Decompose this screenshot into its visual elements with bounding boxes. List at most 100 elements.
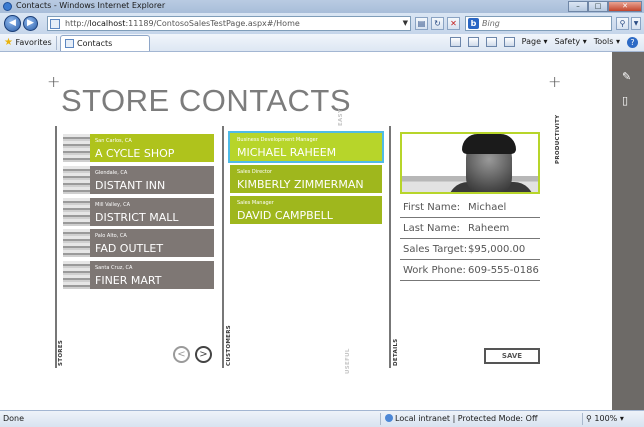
store-name: DISTANT INN xyxy=(95,179,166,192)
home-icon[interactable] xyxy=(449,37,461,47)
detail-value[interactable]: Raheem xyxy=(468,223,509,234)
detail-label: Work Phone: xyxy=(403,265,466,276)
globe-icon xyxy=(385,414,393,422)
search-icon[interactable]: ⚲ xyxy=(616,17,629,30)
customers-divider xyxy=(222,126,224,368)
back-button[interactable]: ◀ xyxy=(4,15,21,32)
stop-icon[interactable]: ✕ xyxy=(447,17,460,30)
store-tile[interactable]: San Carlos, CA A CYCLE SHOP xyxy=(63,134,214,162)
status-bar: Done Local intranet | Protected Mode: Of… xyxy=(0,410,644,427)
customer-role: Sales Manager xyxy=(237,200,274,206)
store-name: DISTRICT MALL xyxy=(95,211,179,224)
store-thumbnail xyxy=(63,229,90,257)
ie-logo-icon xyxy=(3,2,12,11)
feeds-icon[interactable] xyxy=(467,37,479,47)
address-bar-row: ◀ ▶ http://localhost:11189/ContosoSalesT… xyxy=(0,13,644,34)
url-text: http://localhost:11189/ContosoSalesTestP… xyxy=(65,19,300,28)
status-text: Done xyxy=(3,414,25,423)
detail-row-first-name: First Name: Michael xyxy=(400,197,540,218)
customer-tile[interactable]: Sales Director KIMBERLY ZIMMERMAN xyxy=(230,165,382,193)
store-thumbnail xyxy=(63,198,90,226)
detail-label: Last Name: xyxy=(403,223,460,234)
tools-menu[interactable]: Tools ▾ xyxy=(594,37,620,48)
page-icon xyxy=(65,39,74,48)
store-city: Glendale, CA xyxy=(95,170,128,176)
stores-divider xyxy=(55,126,57,368)
store-tile[interactable]: Glendale, CA DISTANT INN xyxy=(63,166,214,194)
store-thumbnail xyxy=(63,261,90,289)
previous-page-button[interactable]: < xyxy=(173,346,190,363)
favorites-button[interactable]: ★ Favorites xyxy=(4,37,52,48)
easy-label: EASY xyxy=(338,108,344,126)
customers-label: CUSTOMERS xyxy=(226,324,232,366)
store-name: A CYCLE SHOP xyxy=(95,147,175,160)
store-tile[interactable]: Palo Alto, CA FAD OUTLET xyxy=(63,229,214,257)
window-controls: – □ ✕ xyxy=(568,1,642,12)
security-zone[interactable]: Local intranet | Protected Mode: Off xyxy=(385,414,537,423)
mail-icon[interactable] xyxy=(485,37,497,47)
detail-row-sales-target: Sales Target: $95,000.00 xyxy=(400,239,540,260)
customer-name: DAVID CAMPBELL xyxy=(237,209,333,222)
maximize-button[interactable]: □ xyxy=(588,1,608,12)
customer-role: Sales Director xyxy=(237,169,272,175)
safety-menu[interactable]: Safety ▾ xyxy=(555,37,587,48)
chevron-down-icon[interactable]: ▼ xyxy=(403,19,408,27)
zoom-level[interactable]: ⚲ 100% ▾ xyxy=(586,414,624,423)
side-toolbar: ✎ ▯ xyxy=(612,52,644,410)
customer-name: MICHAEL RAHEEM xyxy=(237,146,337,159)
page-content: + + STORE CONTACTS EASY PRODUCTIVITY STO… xyxy=(0,52,612,410)
print-icon[interactable] xyxy=(503,37,515,47)
plus-icon: + xyxy=(47,72,61,91)
divider xyxy=(582,413,583,425)
customer-tile[interactable]: Sales Manager DAVID CAMPBELL xyxy=(230,196,382,224)
search-placeholder: Bing xyxy=(482,19,500,28)
address-field[interactable]: http://localhost:11189/ContosoSalesTestP… xyxy=(47,16,411,31)
store-city: Palo Alto, CA xyxy=(95,233,127,239)
productivity-label: PRODUCTIVITY xyxy=(555,114,561,164)
tab-contacts[interactable]: Contacts xyxy=(60,35,150,51)
favorites-bar: ★ Favorites Contacts Page ▾ Safety ▾ Too… xyxy=(0,34,644,52)
star-icon: ★ xyxy=(4,37,13,48)
plus-icon: + xyxy=(548,72,562,91)
forward-button[interactable]: ▶ xyxy=(23,16,38,31)
store-city: Santa Cruz, CA xyxy=(95,265,133,271)
store-tile[interactable]: Santa Cruz, CA FINER MART xyxy=(63,261,214,289)
close-window-button[interactable]: ✕ xyxy=(608,1,642,12)
compatibility-view-icon[interactable]: ▤ xyxy=(415,17,428,30)
store-city: San Carlos, CA xyxy=(95,138,132,144)
store-city: Mill Valley, CA xyxy=(95,202,131,208)
detail-value[interactable]: 609-555-0186 xyxy=(468,265,539,276)
search-box[interactable]: b Bing xyxy=(465,16,612,31)
photo-hair xyxy=(462,134,516,154)
page-icon[interactable]: ▯ xyxy=(622,94,628,107)
refresh-icon[interactable]: ↻ xyxy=(431,17,444,30)
store-tile[interactable]: Mill Valley, CA DISTRICT MALL xyxy=(63,198,214,226)
stores-label: STORES xyxy=(58,339,64,366)
detail-label: Sales Target: xyxy=(403,244,468,255)
minimize-button[interactable]: – xyxy=(568,1,588,12)
store-name: FINER MART xyxy=(95,274,162,287)
detail-value[interactable]: Michael xyxy=(468,202,506,213)
store-thumbnail xyxy=(63,134,90,162)
bing-icon: b xyxy=(468,18,479,29)
divider xyxy=(56,36,57,50)
contact-photo xyxy=(400,132,540,194)
page-icon xyxy=(50,19,60,29)
window-title: Contacts - Windows Internet Explorer xyxy=(16,1,166,10)
pencil-icon[interactable]: ✎ xyxy=(622,70,631,83)
detail-row-work-phone: Work Phone: 609-555-0186 xyxy=(400,260,540,281)
help-icon[interactable]: ? xyxy=(627,37,638,48)
customer-name: KIMBERLY ZIMMERMAN xyxy=(237,178,364,191)
useful-label: USEFUL xyxy=(345,348,351,374)
store-name: FAD OUTLET xyxy=(95,242,164,255)
save-button[interactable]: SAVE xyxy=(484,348,540,364)
detail-value[interactable]: $95,000.00 xyxy=(468,244,525,255)
customer-tile[interactable]: Business Development Manager MICHAEL RAH… xyxy=(228,131,384,163)
page-menu[interactable]: Page ▾ xyxy=(522,37,548,48)
page-title: STORE CONTACTS xyxy=(61,83,352,118)
search-options-icon[interactable]: ▼ xyxy=(631,17,641,30)
next-page-button[interactable]: > xyxy=(195,346,212,363)
detail-label: First Name: xyxy=(403,202,461,213)
details-divider xyxy=(389,126,391,368)
title-bar: Contacts - Windows Internet Explorer – □… xyxy=(0,0,644,13)
